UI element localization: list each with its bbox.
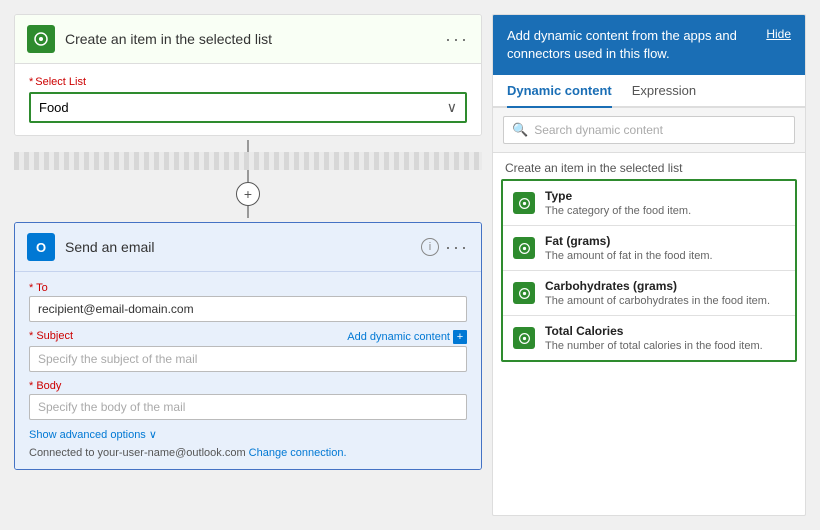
add-dynamic-content-button[interactable]: Add dynamic content + xyxy=(347,330,467,344)
subject-label: * Subject xyxy=(29,330,73,342)
to-field-row: * To recipient@email-domain.com xyxy=(29,282,467,322)
item-icon-carbs xyxy=(513,282,535,304)
plus-icon: + xyxy=(453,330,467,344)
dynamic-content-header: Add dynamic content from the apps and co… xyxy=(493,15,805,75)
dynamic-item-type[interactable]: Type The category of the food item. xyxy=(503,181,795,226)
hide-button[interactable]: Hide xyxy=(766,27,791,41)
item-content-carbs: Carbohydrates (grams) The amount of carb… xyxy=(545,279,785,307)
tab-dynamic-content[interactable]: Dynamic content xyxy=(507,75,612,108)
sharepoint-icon xyxy=(27,25,55,53)
email-card-title: Send an email xyxy=(65,239,421,255)
create-item-menu[interactable]: ··· xyxy=(445,29,469,50)
email-card-header: O Send an email i ··· xyxy=(15,223,481,272)
dynamic-item-carbs[interactable]: Carbohydrates (grams) The amount of carb… xyxy=(503,271,795,316)
search-placeholder-text: Search dynamic content xyxy=(534,123,663,137)
item-icon-calories xyxy=(513,327,535,349)
select-list-label: *Select List xyxy=(29,76,467,88)
search-icon: 🔍 xyxy=(512,122,528,138)
body-field-row: * Body Specify the body of the mail xyxy=(29,380,467,420)
dynamic-items-list: Type The category of the food item. Fat … xyxy=(501,179,797,362)
connector-line-mid xyxy=(247,170,249,182)
dynamic-header-text: Add dynamic content from the apps and co… xyxy=(507,27,756,63)
select-list-dropdown[interactable]: Food ∨ xyxy=(29,92,467,123)
item-name-type: Type xyxy=(545,189,785,203)
to-label: * To xyxy=(29,282,467,294)
left-panel: Create an item in the selected list ··· … xyxy=(14,14,482,516)
chevron-down-icon: ∨ xyxy=(447,99,457,116)
connected-info: Connected to your-user-name@outlook.com … xyxy=(29,447,467,459)
dynamic-item-fat[interactable]: Fat (grams) The amount of fat in the foo… xyxy=(503,226,795,271)
outlook-icon: O xyxy=(27,233,55,261)
item-icon-fat xyxy=(513,237,535,259)
dynamic-section-title: Create an item in the selected list xyxy=(493,153,805,179)
divider-strip xyxy=(14,152,482,170)
tab-expression[interactable]: Expression xyxy=(632,75,696,108)
body-label: * Body xyxy=(29,380,467,392)
create-item-body: *Select List Food ∨ xyxy=(15,64,481,135)
email-card-body: * To recipient@email-domain.com * Subjec… xyxy=(15,272,481,469)
add-step-button[interactable]: + xyxy=(236,182,260,206)
create-item-title: Create an item in the selected list xyxy=(65,31,445,47)
create-item-card-header: Create an item in the selected list ··· xyxy=(15,15,481,64)
body-input[interactable]: Specify the body of the mail xyxy=(29,394,467,420)
item-icon-type xyxy=(513,192,535,214)
right-panel: Add dynamic content from the apps and co… xyxy=(492,14,806,516)
create-item-card: Create an item in the selected list ··· … xyxy=(14,14,482,136)
connector-line-bottom xyxy=(247,206,249,218)
send-email-card: O Send an email i ··· * To recipient@ema… xyxy=(14,222,482,470)
search-bar: 🔍 Search dynamic content xyxy=(493,108,805,153)
dynamic-tabs: Dynamic content Expression xyxy=(493,75,805,108)
to-input[interactable]: recipient@email-domain.com xyxy=(29,296,467,322)
item-name-fat: Fat (grams) xyxy=(545,234,785,248)
info-icon[interactable]: i xyxy=(421,238,439,256)
change-connection-link[interactable]: Change connection. xyxy=(249,447,347,459)
select-list-value: Food xyxy=(39,100,69,115)
search-dynamic-content-input[interactable]: 🔍 Search dynamic content xyxy=(503,116,795,144)
subject-field-row: * Subject Add dynamic content + Specify … xyxy=(29,330,467,372)
item-desc-fat: The amount of fat in the food item. xyxy=(545,250,785,262)
item-name-carbs: Carbohydrates (grams) xyxy=(545,279,785,293)
item-desc-carbs: The amount of carbohydrates in the food … xyxy=(545,295,785,307)
subject-row: * Subject Add dynamic content + xyxy=(29,330,467,344)
item-content-calories: Total Calories The number of total calor… xyxy=(545,324,785,352)
show-advanced-options-button[interactable]: Show advanced options ∨ xyxy=(29,428,467,441)
dynamic-item-calories[interactable]: Total Calories The number of total calor… xyxy=(503,316,795,360)
item-desc-type: The category of the food item. xyxy=(545,205,785,217)
item-name-calories: Total Calories xyxy=(545,324,785,338)
subject-input[interactable]: Specify the subject of the mail xyxy=(29,346,467,372)
item-desc-calories: The number of total calories in the food… xyxy=(545,340,785,352)
item-content-type: Type The category of the food item. xyxy=(545,189,785,217)
item-content-fat: Fat (grams) The amount of fat in the foo… xyxy=(545,234,785,262)
connector-line-top xyxy=(247,140,249,152)
email-card-menu[interactable]: ··· xyxy=(445,237,469,258)
chevron-down-icon: ∨ xyxy=(149,428,157,441)
connector-wrapper: + xyxy=(14,136,482,222)
